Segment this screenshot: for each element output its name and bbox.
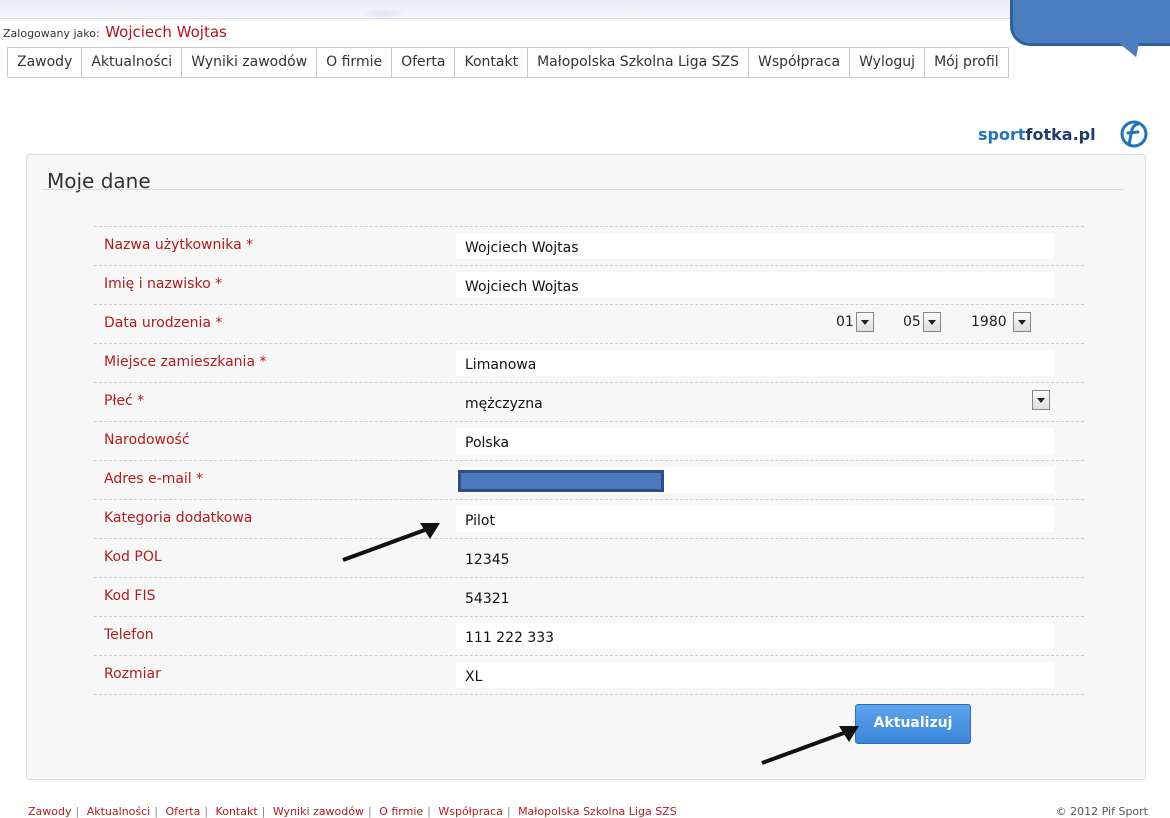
birth-year-select[interactable]: 1980 [971, 310, 1032, 334]
email-label: Adres e-mail * [104, 471, 204, 487]
email-redaction-box [458, 470, 664, 492]
kod-pol-label: Kod POL [104, 549, 162, 565]
nav-item-wyniki-zawodow[interactable]: Wyniki zawodów [182, 47, 318, 78]
form-row-category: Kategoria dodatkowa Pilot [94, 500, 1084, 539]
form-row-birthdate: Data urodzenia * 01 05 1980 [94, 305, 1084, 344]
nav-item-liga-szs[interactable]: Małopolska Szkolna Liga SZS [528, 47, 749, 78]
form-row-nationality: Narodowość Polska [94, 422, 1084, 461]
nav-item-oferta[interactable]: Oferta [392, 47, 456, 78]
footer-link-o-firmie[interactable]: O firmie [379, 805, 423, 818]
residence-label: Miejsce zamieszkania * [104, 354, 267, 370]
footer-link-aktualnosci[interactable]: Aktualności [87, 805, 151, 818]
kod-fis-label: Kod FIS [104, 588, 156, 604]
birth-day-select[interactable]: 01 [836, 310, 874, 334]
birth-year-value: 1980 [971, 314, 1007, 330]
brand-logo[interactable]: sportfotka.pl [978, 125, 1096, 144]
main-nav: Zawody Aktualności Wyniki zawodów O firm… [7, 47, 1009, 78]
gender-label: Płeć * [104, 393, 145, 409]
nav-item-aktualnosci[interactable]: Aktualności [82, 47, 183, 78]
chevron-down-icon [922, 312, 941, 332]
nationality-field[interactable]: Polska [456, 428, 1054, 454]
footer-link-wyniki-zawodow[interactable]: Wyniki zawodów [273, 805, 364, 818]
residence-field[interactable]: Limanowa [456, 350, 1054, 376]
size-label: Rozmiar [104, 666, 161, 682]
top-bar-ornament [362, 8, 404, 18]
nav-item-moj-profil[interactable]: Mój profil [925, 47, 1009, 78]
fullname-label: Imię i nazwisko * [104, 276, 223, 292]
brand-logo-icon [1120, 120, 1148, 148]
footer: Zawody | Aktualności | Oferta | Kontakt | Wy… [0, 800, 1170, 818]
profile-panel: Moje dane Nazwa użytkownika * Wojciech W… [26, 154, 1146, 780]
form-row-kod-fis: Kod FIS 54321 [94, 578, 1084, 617]
birth-day-value: 01 [836, 314, 854, 330]
logged-username[interactable]: Wojciech Wojtas [105, 23, 227, 41]
footer-link-liga-szs[interactable]: Małopolska Szkolna Liga SZS [518, 805, 677, 818]
phone-label: Telefon [104, 627, 154, 643]
footer-links: Zawody | Aktualności | Oferta | Kontakt | Wy… [28, 805, 677, 818]
nav-item-wyloguj[interactable]: Wyloguj [850, 47, 926, 78]
footer-link-kontakt[interactable]: Kontakt [216, 805, 258, 818]
username-label: Nazwa użytkownika * [104, 237, 254, 253]
category-field[interactable]: Pilot [456, 506, 1054, 532]
phone-field[interactable]: 111 222 333 [456, 623, 1054, 649]
form-row-phone: Telefon 111 222 333 [94, 617, 1084, 656]
gender-select[interactable]: mężczyzna [456, 389, 1054, 415]
annotation-arrow-button [761, 726, 859, 765]
footer-link-oferta[interactable]: Oferta [165, 805, 200, 818]
copyright: © 2012 Pif Sport [1055, 805, 1148, 818]
brand-prefix: sport [978, 125, 1026, 144]
nav-item-wspolpraca[interactable]: Współpraca [748, 47, 851, 78]
annotation-arrow-category [342, 523, 440, 562]
form-row-kod-pol: Kod POL 12345 [94, 539, 1084, 578]
footer-link-wspolpraca[interactable]: Współpraca [438, 805, 502, 818]
nav-item-o-firmie[interactable]: O firmie [317, 47, 393, 78]
form-row-size: Rozmiar XL [94, 656, 1084, 695]
nationality-label: Narodowość [104, 432, 190, 448]
birthdate-label: Data urodzenia * [104, 315, 223, 331]
logged-in-info: Zalogowany jako: Wojciech Wojtas [3, 23, 227, 41]
form-row-fullname: Imię i nazwisko * Wojciech Wojtas [94, 266, 1084, 305]
form-row-gender: Płeć * mężczyzna [94, 383, 1084, 422]
chevron-down-icon [1013, 312, 1032, 332]
category-label: Kategoria dodatkowa [104, 510, 253, 526]
top-bar [0, 0, 1170, 19]
kod-fis-field[interactable]: 54321 [456, 584, 1054, 610]
footer-link-zawody[interactable]: Zawody [28, 805, 72, 818]
logged-as-label: Zalogowany jako: [3, 27, 100, 40]
chevron-down-icon [855, 312, 874, 332]
chevron-down-icon[interactable] [1032, 390, 1050, 410]
username-field[interactable]: Wojciech Wojtas [456, 233, 1054, 259]
form-row-residence: Miejsce zamieszkania * Limanowa [94, 344, 1084, 383]
nav-item-zawody[interactable]: Zawody [8, 47, 83, 78]
fullname-field[interactable]: Wojciech Wojtas [456, 272, 1054, 298]
form-row-email: Adres e-mail * [94, 461, 1084, 500]
profile-form: Nazwa użytkownika * Wojciech Wojtas Imię… [94, 226, 1084, 695]
title-divider [42, 189, 1124, 190]
birth-month-select[interactable]: 05 [903, 310, 941, 334]
birth-month-value: 05 [903, 314, 921, 330]
update-button[interactable]: Aktualizuj [855, 704, 971, 744]
brand-mid: fotka [1025, 125, 1073, 144]
size-field[interactable]: XL [456, 662, 1054, 688]
nav-item-kontakt[interactable]: Kontakt [455, 47, 529, 78]
kod-pol-field[interactable]: 12345 [456, 545, 1054, 571]
brand-suffix: .pl [1072, 125, 1096, 144]
form-row-username: Nazwa użytkownika * Wojciech Wojtas [94, 226, 1084, 266]
